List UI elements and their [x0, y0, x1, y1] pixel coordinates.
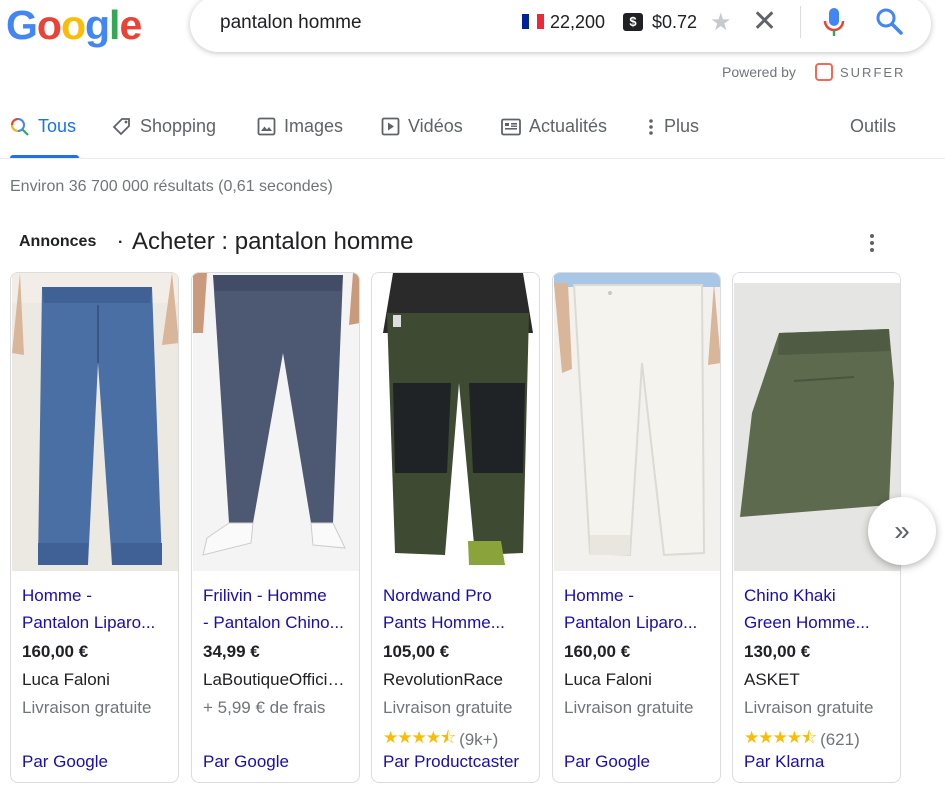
tab-shopping[interactable]: Shopping [112, 116, 216, 137]
ads-title: Acheter : pantalon homme [132, 228, 414, 255]
results-stats: Environ 36 700 000 résultats (0,61 secon… [10, 178, 333, 195]
rating-count: (9k+) [459, 729, 499, 749]
product-rating: ★★★★⯪ (9k+) [383, 725, 498, 754]
product-seller: ASKET [744, 670, 800, 689]
search-input[interactable]: pantalon homme [220, 12, 362, 34]
product-seller: Luca Faloni [22, 670, 110, 689]
tab-label: Outils [850, 116, 897, 136]
product-card[interactable]: Homme - Pantalon Liparo... 160,00 € Luca… [10, 272, 179, 783]
double-chevron-right-icon: » [894, 515, 910, 546]
divider [0, 158, 945, 159]
play-icon [381, 117, 400, 136]
product-title[interactable]: Chino Khaki [744, 586, 894, 606]
search-icon [11, 117, 29, 136]
product-title[interactable]: Frilivin - Homme [203, 586, 353, 606]
product-image [373, 273, 539, 571]
tab-images[interactable]: Images [257, 116, 343, 137]
image-icon [257, 117, 276, 136]
powered-by-text: Powered by [722, 64, 796, 80]
tab-outils[interactable]: Outils [850, 116, 896, 137]
product-price: 34,99 € [203, 642, 260, 661]
search-icon[interactable] [874, 6, 904, 36]
more-vert-icon[interactable] [863, 232, 881, 254]
tab-label: Tous [38, 116, 77, 136]
rating-stars-icon: ★★★★⯪ [744, 728, 817, 747]
tab-label: Images [284, 116, 344, 136]
product-title[interactable]: - Pantalon Chino... [203, 613, 353, 633]
rating-count: (621) [820, 729, 860, 749]
product-title[interactable]: Homme - [22, 586, 172, 606]
product-price: 160,00 € [22, 642, 89, 661]
dollar-icon: $ [623, 13, 643, 31]
ads-label: Annonces [19, 233, 97, 250]
product-image [193, 273, 359, 571]
tab-label: Actualités [529, 116, 608, 136]
tab-label: Shopping [140, 116, 217, 136]
tab-tous[interactable]: Tous [10, 116, 76, 137]
tab-actualites[interactable]: Actualités [501, 116, 607, 137]
surfer-logo-icon [815, 63, 833, 81]
product-source-link[interactable]: Par Productcaster [383, 752, 533, 772]
divider [800, 6, 801, 38]
logo-letter: g [85, 2, 110, 48]
star-icon[interactable]: ★ [710, 8, 732, 37]
tag-icon [112, 117, 130, 135]
logo-letter: o [60, 2, 86, 48]
product-source-link[interactable]: Par Google [22, 752, 172, 772]
product-title[interactable]: Nordwand Pro [383, 586, 533, 606]
next-arrow-button[interactable]: » [868, 497, 936, 565]
product-card[interactable]: Homme - Pantalon Liparo... 160,00 € Luca… [552, 272, 721, 783]
logo-letter: l [109, 2, 120, 48]
product-source-link[interactable]: Par Google [203, 752, 353, 772]
tab-plus[interactable]: Plus [646, 116, 699, 137]
news-icon [501, 118, 521, 135]
logo-letter: o [36, 2, 62, 48]
product-price: 105,00 € [383, 642, 450, 661]
product-title[interactable]: Green Homme... [744, 613, 894, 633]
product-rating: ★★★★⯪ (621) [744, 725, 860, 754]
microphone-icon[interactable] [822, 6, 846, 38]
product-price: 160,00 € [564, 642, 631, 661]
ads-separator: · [118, 234, 124, 251]
tab-label: Plus [664, 116, 700, 136]
rating-stars-icon: ★★★★⯪ [383, 728, 456, 747]
product-title[interactable]: Pantalon Liparo... [564, 613, 714, 633]
more-vert-icon [649, 118, 653, 135]
search-bar: pantalon homme 22,200 $ $0.72 ★ ✕ [190, 0, 931, 52]
search-volume: 22,200 [550, 12, 606, 32]
tab-label: Vidéos [408, 116, 463, 136]
product-shipping: + 5,99 € de frais [203, 698, 326, 717]
product-source-link[interactable]: Par Klarna [744, 752, 894, 772]
logo-letter: G [6, 2, 38, 48]
logo-letter: e [119, 2, 142, 48]
cpc-value: $0.72 [652, 12, 698, 32]
product-card[interactable]: Nordwand Pro Pants Homme... 105,00 € Rev… [371, 272, 540, 783]
product-card[interactable]: Frilivin - Homme - Pantalon Chino... 34,… [191, 272, 360, 783]
product-seller: RevolutionRace [383, 670, 504, 689]
product-shipping: Livraison gratuite [383, 698, 513, 717]
product-price: 130,00 € [744, 642, 811, 661]
close-icon[interactable]: ✕ [752, 4, 777, 39]
product-title[interactable]: Pantalon Liparo... [22, 613, 172, 633]
google-logo[interactable]: Google [6, 2, 142, 49]
product-seller: LaBoutiqueOfficielle [203, 670, 353, 689]
tab-videos[interactable]: Vidéos [381, 116, 463, 137]
product-image [554, 273, 720, 571]
surfer-brand: SURFER [840, 65, 906, 80]
product-title[interactable]: Homme - [564, 586, 714, 606]
france-flag-icon [522, 14, 544, 29]
product-seller: Luca Faloni [564, 670, 652, 689]
product-shipping: Livraison gratuite [564, 698, 694, 717]
product-shipping: Livraison gratuite [744, 698, 874, 717]
product-shipping: Livraison gratuite [22, 698, 152, 717]
product-source-link[interactable]: Par Google [564, 752, 714, 772]
product-image [12, 273, 178, 571]
product-title[interactable]: Pants Homme... [383, 613, 533, 633]
